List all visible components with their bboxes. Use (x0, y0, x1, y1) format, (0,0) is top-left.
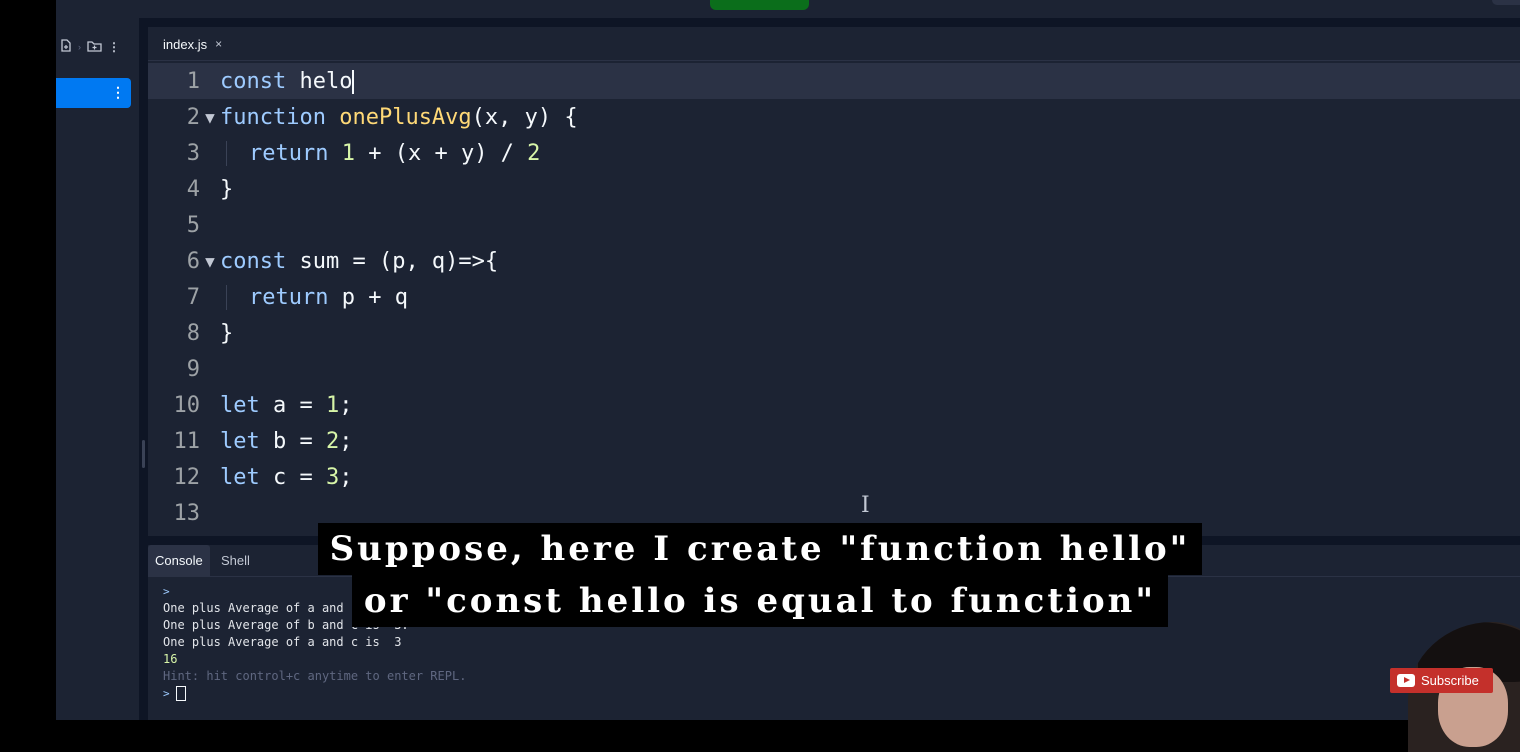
code-token: return (249, 284, 329, 310)
line-number: 8 (186, 320, 200, 346)
sidebar-item-index-js[interactable]: ⋮ (56, 78, 131, 108)
file-actions: › ⋮ (60, 39, 120, 55)
new-folder-icon[interactable] (87, 40, 102, 55)
run-button[interactable] (710, 0, 809, 10)
code-token: 2 (527, 140, 541, 166)
code-token: function (220, 104, 326, 130)
fold-arrow-icon[interactable]: ▼ (200, 252, 220, 271)
top-right-control[interactable] (1492, 0, 1520, 5)
code-token: return (249, 140, 329, 166)
code-token: a = (259, 392, 326, 418)
line-number: 4 (186, 176, 200, 202)
text-cursor-icon: I (861, 493, 870, 518)
code-token: 2 (325, 428, 340, 454)
code-token: 1 (325, 392, 340, 418)
code-token: let (220, 392, 260, 418)
line-number: 9 (186, 356, 200, 382)
code-line: 3 return 1 + (x + y) / 2 (148, 135, 1520, 171)
new-file-icon[interactable] (60, 39, 72, 55)
subscribe-button[interactable]: Subscribe (1390, 668, 1493, 693)
line-number: 6 (186, 248, 200, 274)
code-line: 7 return p + q (148, 279, 1520, 315)
code-token: let (220, 464, 260, 490)
caption-line-1: Suppose, here I create "function hello" (317, 523, 1203, 575)
code-token: + (x + y) / (354, 140, 528, 166)
top-bar (56, 0, 1520, 18)
video-caption: Suppose, here I create "function hello" … (0, 523, 1520, 627)
code-token: sum = (p, q)=>{ (286, 248, 499, 274)
console-line: One plus Average of a and c is 3 (163, 635, 402, 649)
code-token: b = (259, 428, 326, 454)
more-options-icon[interactable]: ⋮ (108, 40, 120, 54)
close-tab-icon[interactable]: × (215, 37, 222, 51)
code-line: 9 (148, 351, 1520, 387)
code-token: ; (339, 428, 353, 454)
separator-dot-icon: › (78, 42, 81, 52)
line-number: 5 (186, 212, 200, 238)
code-token: } (220, 176, 234, 202)
code-token: 3 (325, 464, 340, 490)
line-number: 7 (186, 284, 200, 310)
code-token: p + q (328, 284, 408, 310)
code-line: 11 let b = 2; (148, 423, 1520, 459)
code-line: 1 const helo (148, 63, 1520, 99)
line-number: 3 (186, 140, 200, 166)
code-token: ; (339, 464, 353, 490)
editor-tab-bar: index.js × (148, 27, 1520, 61)
code-editor: index.js × 1 const helo 2 ▼ function one… (148, 27, 1520, 536)
line-number: 1 (186, 68, 200, 94)
console-input-prompt: > (163, 687, 177, 700)
console-result: 16 (163, 652, 178, 666)
code-token: } (220, 320, 234, 346)
pane-resize-handle[interactable] (142, 440, 145, 468)
code-token: const (220, 248, 287, 274)
console-input-cursor[interactable] (176, 686, 187, 701)
code-token: let (220, 428, 260, 454)
code-token: (x, y) { (471, 104, 578, 130)
code-token: c = (259, 464, 326, 490)
line-number: 11 (173, 428, 201, 454)
code-token: ; (339, 392, 353, 418)
caption-line-2: or "const hello is equal to function" (351, 575, 1169, 627)
text-caret (352, 69, 355, 94)
file-menu-icon[interactable]: ⋮ (111, 84, 125, 101)
fold-arrow-icon[interactable]: ▼ (200, 108, 220, 127)
line-number: 12 (173, 464, 201, 490)
code-area[interactable]: 1 const helo 2 ▼ function onePlusAvg(x, … (148, 61, 1520, 536)
tab-label: index.js (163, 36, 208, 52)
code-token: 1 (341, 140, 355, 166)
tab-index-js[interactable]: index.js × (154, 33, 231, 55)
youtube-play-icon (1397, 674, 1415, 687)
code-token: onePlusAvg (339, 104, 472, 130)
code-line: 6 ▼ const sum = (p, q)=>{ (148, 243, 1520, 279)
line-number: 10 (173, 392, 201, 418)
code-line: 10 let a = 1; (148, 387, 1520, 423)
code-line: 12 let c = 3; (148, 459, 1520, 495)
code-line: 5 (148, 207, 1520, 243)
code-line: 4 } (148, 171, 1520, 207)
console-hint: Hint: hit control+c anytime to enter REP… (163, 669, 467, 683)
code-line: 2 ▼ function onePlusAvg(x, y) { (148, 99, 1520, 135)
code-token: helo (286, 68, 353, 94)
line-number: 2 (186, 104, 200, 130)
subscribe-label: Subscribe (1421, 673, 1479, 688)
code-line: 8 } (148, 315, 1520, 351)
code-token: const (220, 68, 287, 94)
line-number: 13 (173, 500, 201, 526)
